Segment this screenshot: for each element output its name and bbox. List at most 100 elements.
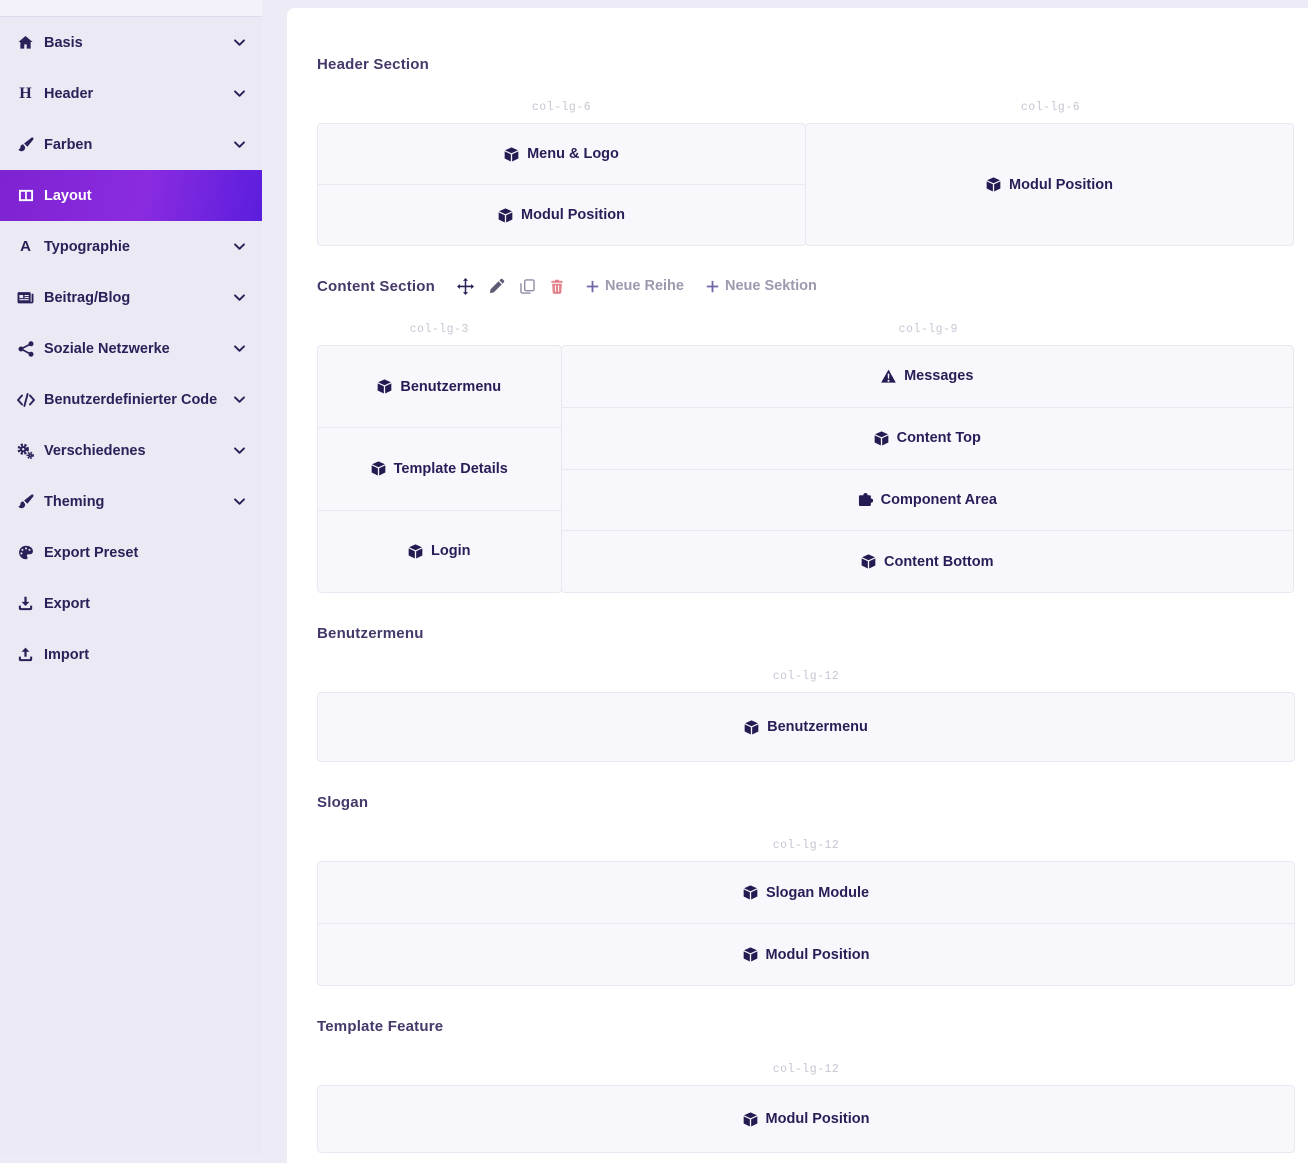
sidebar-item-label: Layout bbox=[44, 188, 246, 204]
column-size-label: col-lg-6 bbox=[317, 101, 806, 114]
sidebar-item-label: Farben bbox=[44, 137, 233, 153]
sidebar-item-farben[interactable]: Farben bbox=[0, 119, 262, 170]
chevron-down-icon bbox=[233, 87, 246, 100]
new-section-button[interactable]: Neue Sektion bbox=[706, 278, 817, 294]
sidebar-item-layout[interactable]: Layout bbox=[0, 170, 262, 221]
section-grid: Menu & Logo Modul Position bbox=[317, 123, 1295, 246]
module-label: Slogan Module bbox=[766, 885, 869, 901]
module-menu-logo[interactable]: Menu & Logo bbox=[318, 124, 805, 184]
module-benutzermenu[interactable]: Benutzermenu bbox=[318, 693, 1294, 761]
module-label: Benutzermenu bbox=[767, 719, 868, 735]
section-grid: Slogan Module Modul Position bbox=[317, 861, 1295, 986]
sidebar-nav: Basis H Header Farben bbox=[0, 17, 262, 680]
sidebar-item-typographie[interactable]: A Typographie bbox=[0, 221, 262, 272]
grid-column: Messages Content Top Component Area bbox=[561, 345, 1295, 593]
section-grid: Modul Position bbox=[317, 1085, 1295, 1153]
module-login[interactable]: Login bbox=[318, 510, 561, 592]
trash-icon[interactable] bbox=[550, 279, 564, 294]
sidebar-item-label: Import bbox=[44, 647, 246, 663]
cube-icon bbox=[986, 177, 1001, 192]
section-content-section: Content Section bbox=[317, 276, 1295, 593]
module-messages[interactable]: Messages bbox=[562, 346, 1294, 407]
home-icon bbox=[12, 35, 39, 50]
grid-column: Modul Position bbox=[317, 1085, 1295, 1153]
warning-icon bbox=[881, 369, 896, 384]
grid-column: Menu & Logo Modul Position bbox=[317, 123, 806, 246]
sidebar-item-basis[interactable]: Basis bbox=[0, 17, 262, 68]
cube-icon bbox=[743, 1112, 758, 1127]
chevron-down-icon bbox=[233, 444, 246, 457]
column-size-row: col-lg-12 bbox=[317, 839, 1295, 852]
sidebar-item-soziale-netzwerke[interactable]: Soziale Netzwerke bbox=[0, 323, 262, 374]
column-box: Benutzermenu bbox=[317, 692, 1295, 762]
cogs-icon bbox=[12, 443, 39, 459]
grid-column: Benutzermenu Template Details Login bbox=[317, 345, 562, 593]
section-benutzermenu: Benutzermenu col-lg-12 Benutzermenu bbox=[317, 623, 1295, 762]
cube-icon bbox=[743, 885, 758, 900]
module-component-area[interactable]: Component Area bbox=[562, 469, 1294, 531]
column-box: Slogan Module Modul Position bbox=[317, 861, 1295, 986]
newspaper-icon bbox=[12, 290, 39, 305]
new-row-button[interactable]: Neue Reihe bbox=[586, 278, 684, 294]
module-template-details[interactable]: Template Details bbox=[318, 427, 561, 509]
section-title: Header Section bbox=[317, 56, 429, 73]
sidebar-item-import[interactable]: Import bbox=[0, 629, 262, 680]
module-content-top[interactable]: Content Top bbox=[562, 407, 1294, 469]
module-modul-position[interactable]: Modul Position bbox=[318, 184, 805, 245]
puzzle-icon bbox=[858, 492, 873, 507]
module-benutzermenu[interactable]: Benutzermenu bbox=[318, 346, 561, 427]
module-label: Login bbox=[431, 543, 470, 559]
move-icon[interactable] bbox=[457, 278, 474, 295]
column-box: Benutzermenu Template Details Login bbox=[317, 345, 562, 593]
module-label: Content Bottom bbox=[884, 554, 994, 570]
chevron-down-icon bbox=[233, 240, 246, 253]
column-box: Modul Position bbox=[805, 123, 1294, 246]
sidebar-item-theming[interactable]: Theming bbox=[0, 476, 262, 527]
section-title: Slogan bbox=[317, 794, 368, 811]
module-label: Component Area bbox=[881, 492, 997, 508]
sidebar-item-verschiedenes[interactable]: Verschiedenes bbox=[0, 425, 262, 476]
module-modul-position[interactable]: Modul Position bbox=[318, 923, 1294, 985]
sidebar-item-header[interactable]: H Header bbox=[0, 68, 262, 119]
layout-builder-panel: Header Section col-lg-6 col-lg-6 Menu & … bbox=[287, 8, 1308, 1163]
section-header-section: Header Section col-lg-6 col-lg-6 Menu & … bbox=[317, 54, 1295, 246]
cube-icon bbox=[744, 720, 759, 735]
cube-icon bbox=[874, 431, 889, 446]
cube-icon bbox=[861, 554, 876, 569]
sidebar-item-label: Theming bbox=[44, 494, 233, 510]
cube-icon bbox=[498, 208, 513, 223]
sidebar-item-label: Export Preset bbox=[44, 545, 246, 561]
module-modul-position[interactable]: Modul Position bbox=[318, 1086, 1294, 1152]
share-icon bbox=[12, 341, 39, 357]
sidebar-item-label: Export bbox=[44, 596, 246, 612]
sidebar-item-label: Benutzerdefinierter Code bbox=[44, 392, 233, 408]
columns-icon bbox=[12, 188, 39, 203]
module-slogan-module[interactable]: Slogan Module bbox=[318, 862, 1294, 923]
download-icon bbox=[12, 596, 39, 611]
copy-icon[interactable] bbox=[520, 279, 535, 294]
column-box: Modul Position bbox=[317, 1085, 1295, 1153]
pencil-icon[interactable] bbox=[489, 278, 505, 294]
sidebar-item-beitrag-blog[interactable]: Beitrag/Blog bbox=[0, 272, 262, 323]
column-size-label: col-lg-12 bbox=[317, 670, 1295, 683]
heading-icon: H bbox=[12, 86, 39, 102]
sidebar-item-export[interactable]: Export bbox=[0, 578, 262, 629]
new-section-label: Neue Sektion bbox=[725, 278, 817, 294]
column-box: Messages Content Top Component Area bbox=[561, 345, 1295, 593]
module-label: Modul Position bbox=[766, 1111, 870, 1127]
module-label: Content Top bbox=[897, 430, 981, 446]
section-toolbar: Neue Reihe Neue Sektion bbox=[457, 278, 817, 295]
column-size-row: col-lg-12 bbox=[317, 670, 1295, 683]
main-area: Header Section col-lg-6 col-lg-6 Menu & … bbox=[262, 0, 1308, 1154]
sidebar-item-benutzerdefinierter-code[interactable]: Benutzerdefinierter Code bbox=[0, 374, 262, 425]
section-slogan: Slogan col-lg-12 Slogan Module bbox=[317, 792, 1295, 986]
module-content-bottom[interactable]: Content Bottom bbox=[562, 530, 1294, 592]
sidebar-top-strip bbox=[0, 0, 262, 17]
cube-icon bbox=[743, 947, 758, 962]
column-size-row: col-lg-6 col-lg-6 bbox=[317, 101, 1295, 114]
cube-icon bbox=[377, 379, 392, 394]
module-modul-position[interactable]: Modul Position bbox=[806, 124, 1293, 245]
sidebar-item-export-preset[interactable]: Export Preset bbox=[0, 527, 262, 578]
section-template-feature: Template Feature col-lg-12 Modul Positio… bbox=[317, 1016, 1295, 1153]
module-label: Modul Position bbox=[1009, 177, 1113, 193]
